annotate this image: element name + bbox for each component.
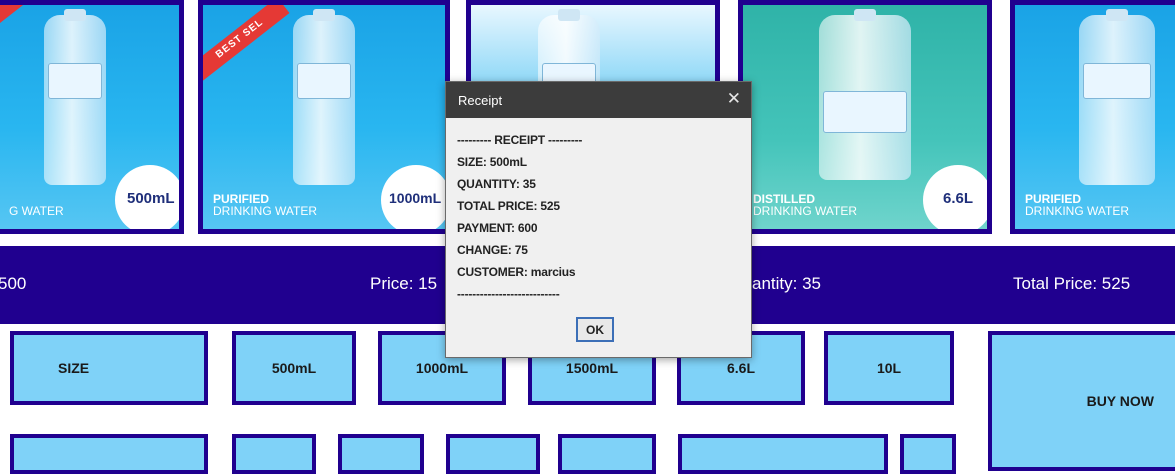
product-subtitle: DRINKING WATER <box>213 204 317 218</box>
receipt-size: SIZE: 500mL <box>457 155 527 169</box>
receipt-header-line: --------- RECEIPT --------- <box>457 133 583 147</box>
product-subtitle: G WATER <box>9 204 64 218</box>
payment-readout: 500 <box>0 274 27 293</box>
product-title: PURIFIED DRINKING WATER <box>213 192 317 218</box>
receipt-footer-line: --------------------------- <box>457 287 560 301</box>
product-title: PURIFIED DRINKING WATER <box>1025 192 1129 218</box>
buy-now-button[interactable]: BUY NOW <box>988 331 1175 471</box>
total-price-readout: Total Price: 525 <box>1013 274 1131 293</box>
best-seller-ribbon: BEST SEL <box>203 5 290 81</box>
row2-box-3[interactable] <box>338 434 424 474</box>
row2-box-1[interactable] <box>10 434 208 474</box>
size-badge: 1000mL <box>381 165 445 229</box>
product-card-10l[interactable]: PURIFIED DRINKING WATER <box>1010 0 1175 234</box>
size-500ml-button[interactable]: 500mL <box>232 331 356 405</box>
receipt-total-price: TOTAL PRICE: 525 <box>457 199 560 213</box>
product-card-6-6l[interactable]: DISTILLED DRINKING WATER 6.6L <box>738 0 992 234</box>
receipt-payment: PAYMENT: 600 <box>457 221 538 235</box>
bottle-image <box>43 15 106 185</box>
row2-box-2[interactable] <box>232 434 316 474</box>
bottle-image <box>819 15 911 180</box>
dialog-titlebar[interactable]: Receipt ✕ <box>446 82 751 118</box>
product-card-1000ml[interactable]: BEST SEL PURIFIED DRINKING WATER 1000mL <box>198 0 450 234</box>
dialog-title: Receipt <box>458 93 503 108</box>
product-title: DISTILLED DRINKING WATER <box>753 192 857 218</box>
row2-box-6[interactable] <box>678 434 888 474</box>
ok-button[interactable]: OK <box>576 317 614 342</box>
receipt-customer: CUSTOMER: marcius <box>457 265 576 279</box>
row2-box-7[interactable] <box>900 434 956 474</box>
product-subtitle: DRINKING WATER <box>1025 204 1129 218</box>
receipt-dialog: Receipt ✕ --------- RECEIPT --------- SI… <box>445 81 752 358</box>
bottle-image <box>1079 15 1155 185</box>
row2-box-5[interactable] <box>558 434 656 474</box>
bottle-image <box>293 15 355 185</box>
product-title: G WATER <box>9 205 64 217</box>
best-seller-ribbon <box>0 5 28 45</box>
product-subtitle: DRINKING WATER <box>753 204 857 218</box>
close-icon[interactable]: ✕ <box>727 89 741 109</box>
size-badge: 6.6L <box>923 165 987 229</box>
size-badge: 500mL <box>115 165 179 229</box>
row2-box-4[interactable] <box>446 434 540 474</box>
receipt-change: CHANGE: 75 <box>457 243 528 257</box>
price-readout: Price: 15 <box>370 274 438 293</box>
product-card-500ml[interactable]: G WATER 500mL <box>0 0 184 234</box>
size-label-box: SIZE <box>10 331 208 405</box>
receipt-quantity: QUANTITY: 35 <box>457 177 536 191</box>
receipt-body: --------- RECEIPT --------- SIZE: 500mL … <box>446 118 751 305</box>
size-10l-button[interactable]: 10L <box>824 331 954 405</box>
quantity-readout: antity: 35 <box>752 274 821 293</box>
